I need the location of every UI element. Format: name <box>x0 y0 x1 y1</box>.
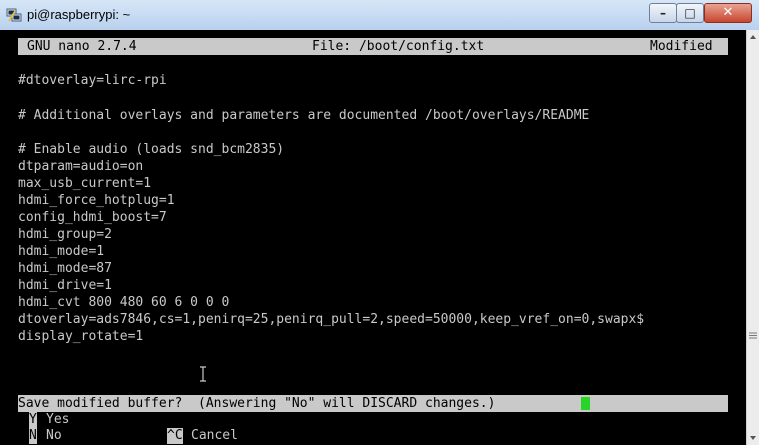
putty-icon <box>6 8 22 22</box>
file-line: config_hdmi_boost=7 <box>18 210 167 225</box>
file-line: # Enable audio (loads snd_bcm2835) <box>18 142 285 157</box>
terminal-window: pi@raspberrypi: ~ – □ ✕ GNU nano 2.7.4 F… <box>0 0 759 445</box>
maximize-icon: □ <box>684 6 696 20</box>
text-cursor-icon <box>200 366 206 382</box>
scroll-up-arrow-icon[interactable] <box>747 30 759 44</box>
yes-shortcut-key[interactable]: Y <box>29 412 37 428</box>
file-line: hdmi_force_hotplug=1 <box>18 193 175 208</box>
nano-modified-status: Modified <box>650 39 713 54</box>
save-prompt-text: Save modified buffer? (Answering "No" wi… <box>18 396 504 411</box>
minimize-button[interactable]: – <box>649 3 677 23</box>
file-line: hdmi_cvt 800 480 60 6 0 0 0 <box>18 295 230 310</box>
file-line: display_rotate=1 <box>18 329 144 344</box>
file-line: max_usb_current=1 <box>18 176 152 191</box>
nano-filename: File: /boot/config.txt <box>312 39 485 54</box>
file-line: hdmi_mode=87 <box>18 261 112 276</box>
window-title: pi@raspberrypi: ~ <box>27 7 131 22</box>
close-button[interactable]: ✕ <box>704 3 752 23</box>
nano-header-bar: GNU nano 2.7.4 File: /boot/config.txt Mo… <box>18 38 728 55</box>
file-line: #dtoverlay=lirc-rpi <box>18 73 167 88</box>
title-bar[interactable]: pi@raspberrypi: ~ – □ ✕ <box>0 0 759 31</box>
nano-version: GNU nano 2.7.4 <box>27 39 137 54</box>
file-line: hdmi_drive=1 <box>18 278 112 293</box>
cancel-option-label[interactable]: Cancel <box>191 428 238 444</box>
scroll-down-arrow-icon[interactable] <box>747 431 759 445</box>
file-line: # Additional overlays and parameters are… <box>18 108 590 123</box>
vertical-scrollbar[interactable] <box>746 30 759 445</box>
close-icon: ✕ <box>722 5 734 20</box>
terminal-area[interactable]: GNU nano 2.7.4 File: /boot/config.txt Mo… <box>0 30 746 445</box>
no-shortcut-key[interactable]: N <box>29 428 37 444</box>
file-line: dtparam=audio=on <box>18 159 144 174</box>
file-line: hdmi_mode=1 <box>18 244 105 259</box>
minimize-icon: – <box>660 6 666 20</box>
maximize-button[interactable]: □ <box>676 3 704 23</box>
cancel-shortcut-key[interactable]: ^C <box>167 428 183 444</box>
file-line: dtoverlay=ads7846,cs=1,penirq=25,penirq_… <box>18 312 645 327</box>
no-option-label[interactable]: No <box>46 428 62 444</box>
scroll-grip-icon[interactable] <box>749 331 757 340</box>
file-line: hdmi_group=2 <box>18 227 112 242</box>
terminal-cursor <box>581 397 590 410</box>
save-prompt-bar: Save modified buffer? (Answering "No" wi… <box>18 395 728 412</box>
yes-option-label[interactable]: Yes <box>46 412 69 428</box>
